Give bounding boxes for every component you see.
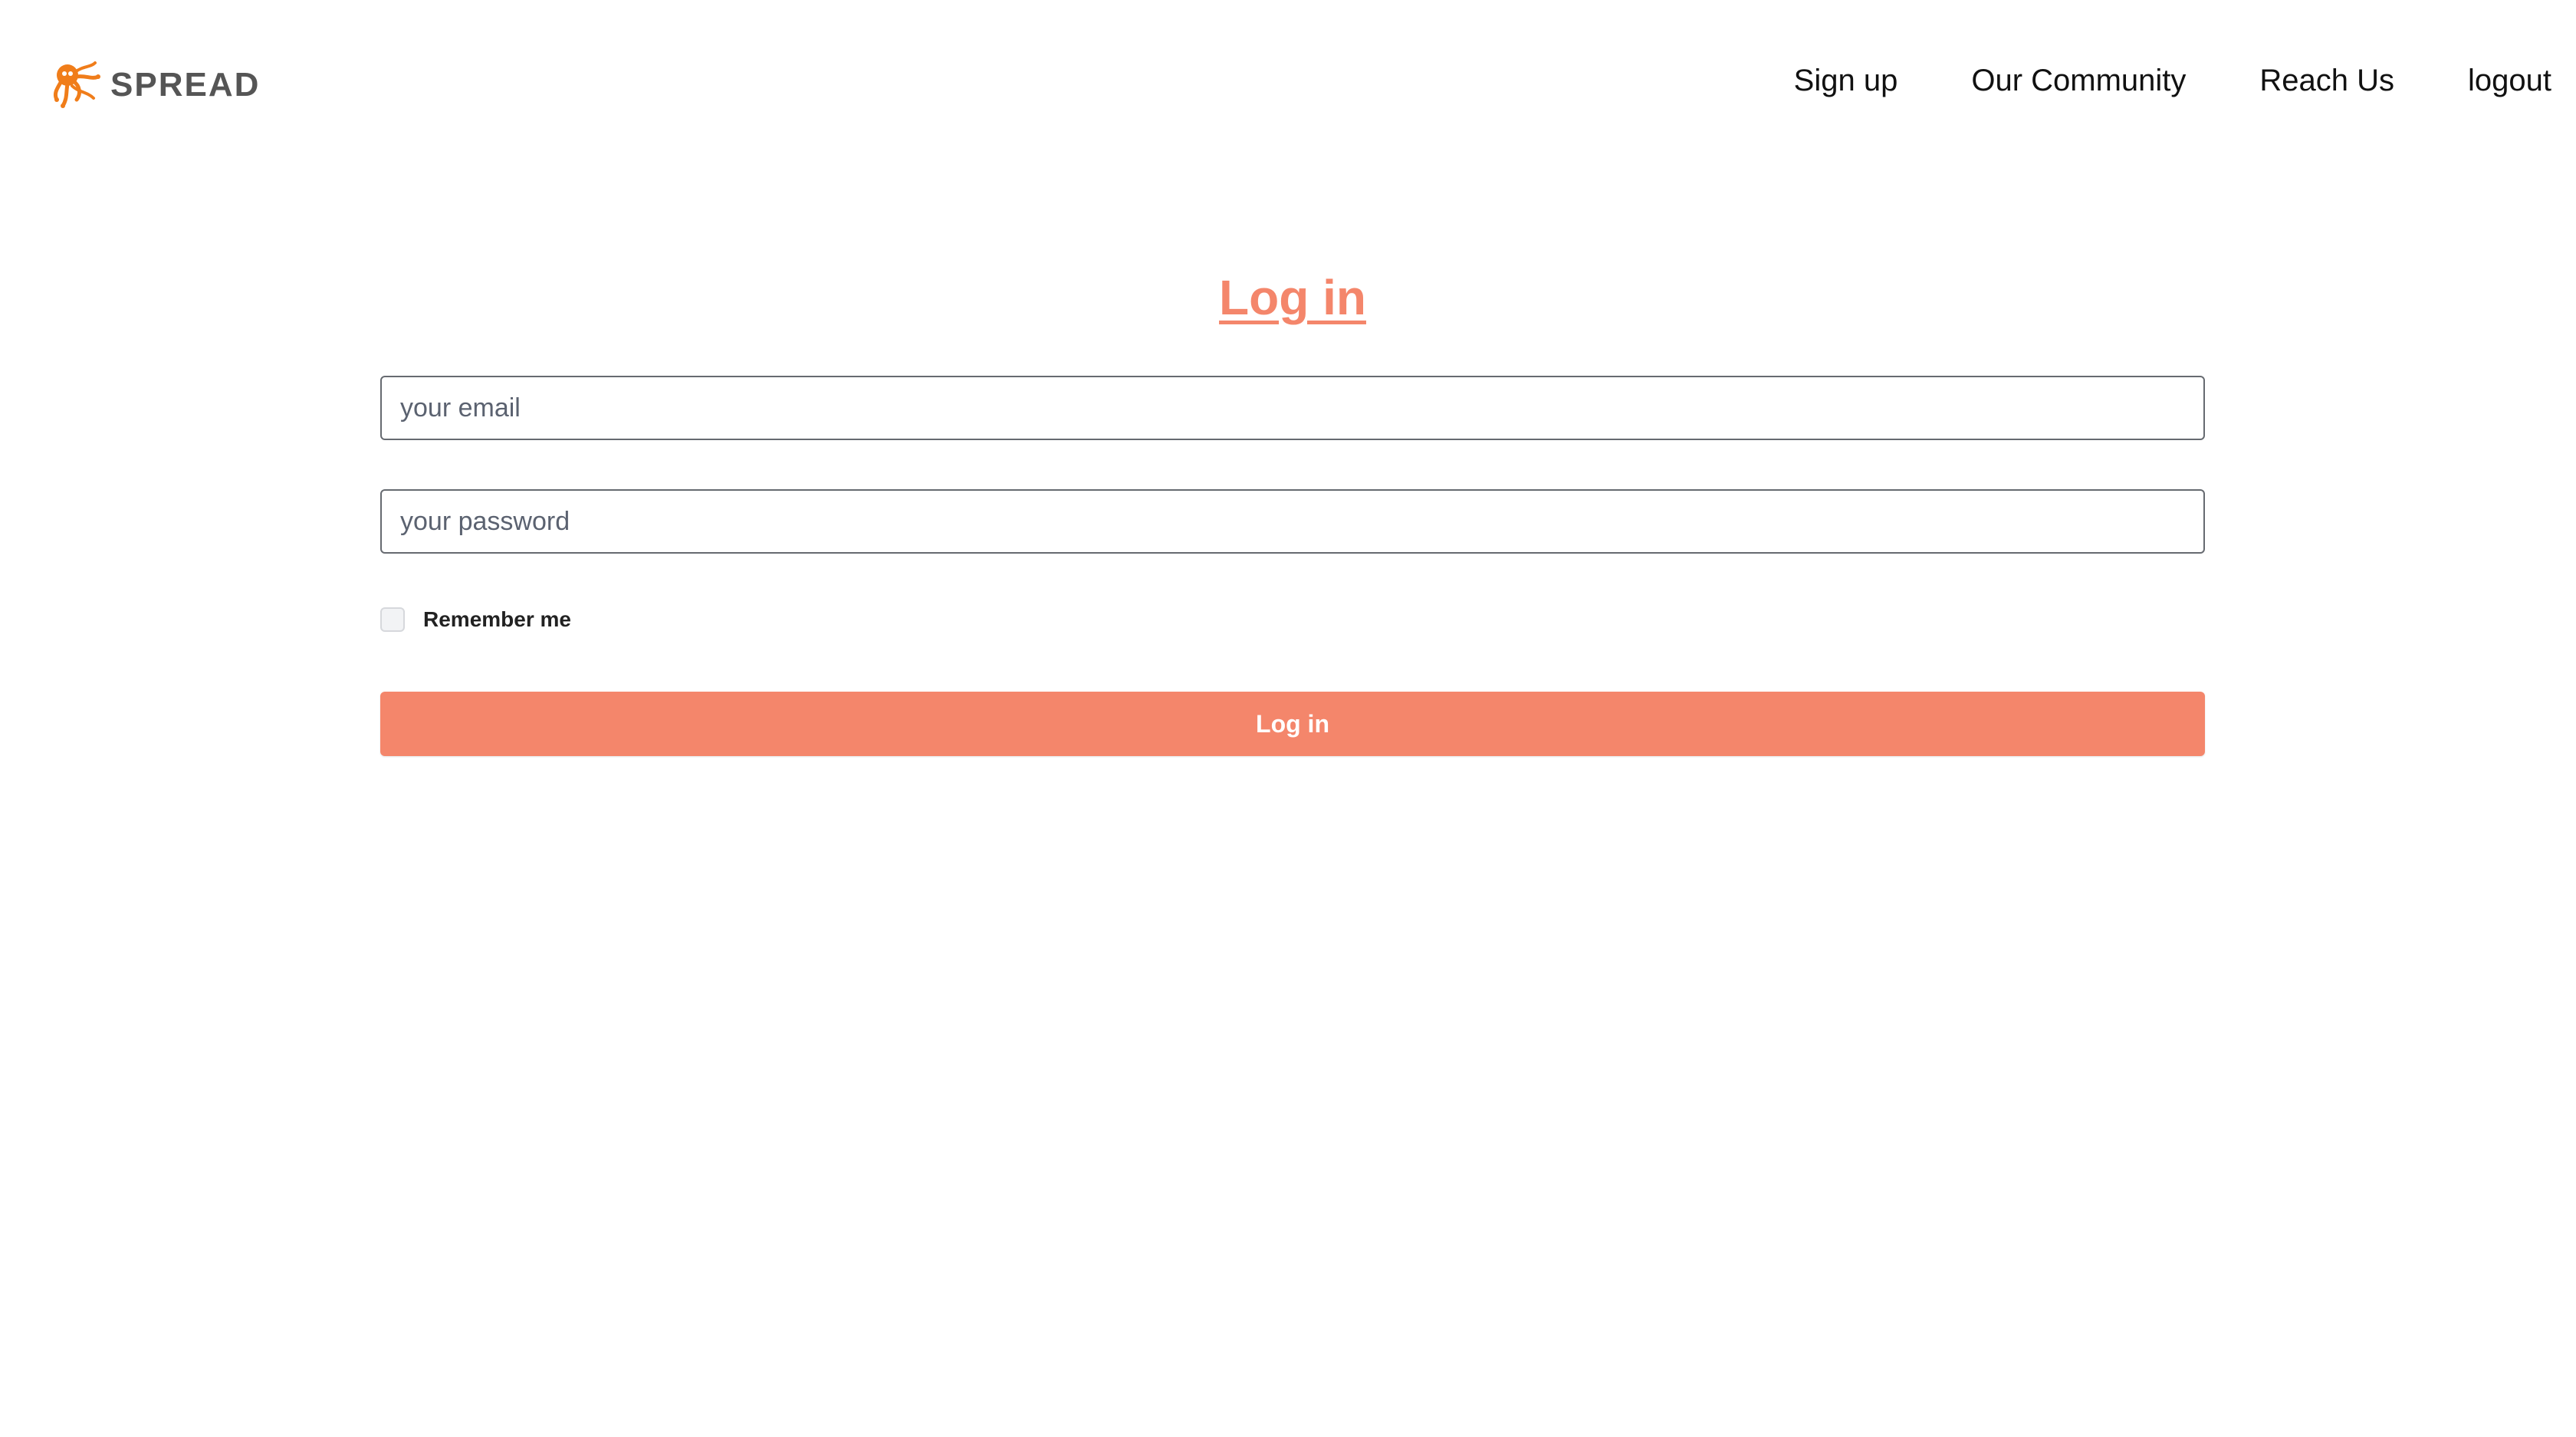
remember-me-checkbox[interactable] (380, 607, 405, 632)
logo-link[interactable]: SPREAD (51, 60, 260, 110)
remember-me-label[interactable]: Remember me (423, 607, 571, 632)
site-header: SPREAD Sign up Our Community Reach Us lo… (0, 0, 2576, 161)
login-button[interactable]: Log in (380, 692, 2205, 756)
nav-logout-link[interactable]: logout (2468, 55, 2551, 106)
nav-sign-up-link[interactable]: Sign up (1794, 55, 1898, 106)
password-input[interactable] (380, 489, 2205, 554)
nav-our-community-link[interactable]: Our Community (1971, 55, 2186, 106)
remember-me-row: Remember me (380, 601, 571, 638)
nav-reach-us-link[interactable]: Reach Us (2259, 55, 2394, 106)
main-nav: Sign up Our Community Reach Us logout (1794, 55, 2551, 106)
page-title: Log in (1219, 270, 1366, 325)
page: SPREAD Sign up Our Community Reach Us lo… (0, 0, 2576, 1437)
login-form: Log in Remember me Log in (380, 261, 2205, 756)
octopus-icon (53, 61, 100, 108)
email-input[interactable] (380, 376, 2205, 440)
brand-name: SPREAD (110, 66, 261, 104)
